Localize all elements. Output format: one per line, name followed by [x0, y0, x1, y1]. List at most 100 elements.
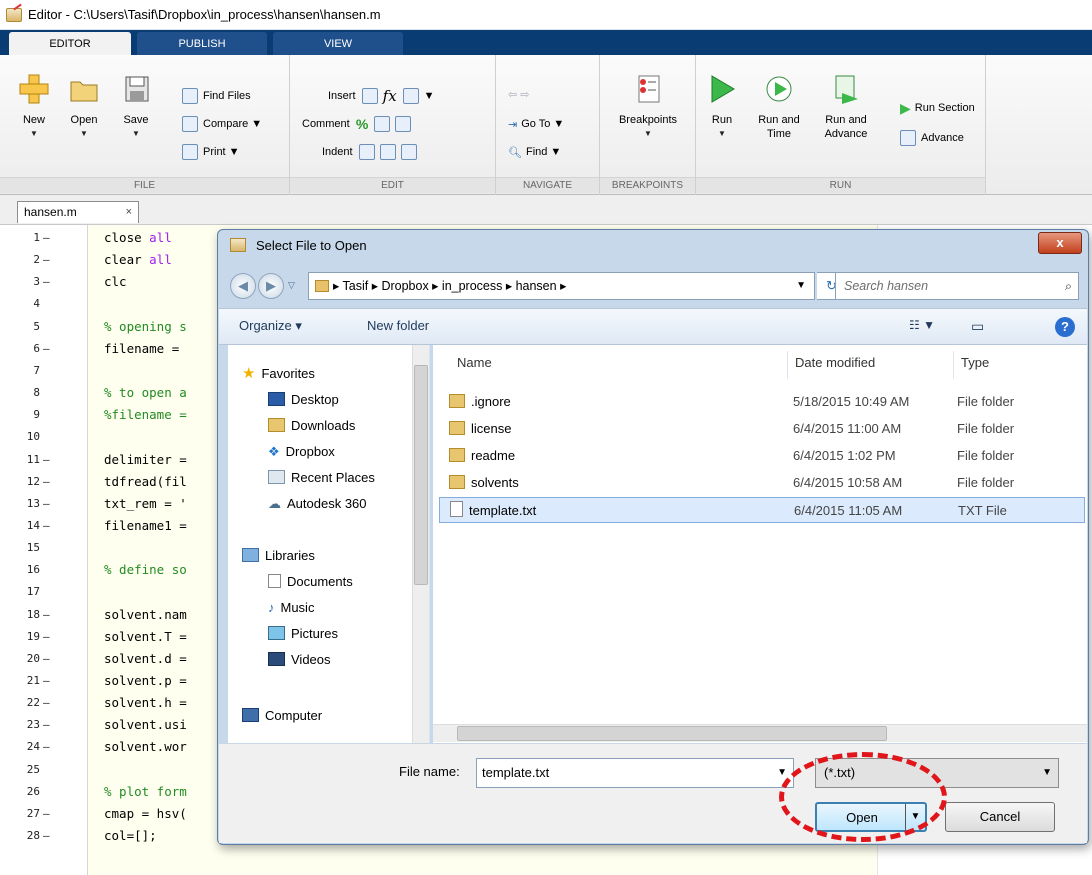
compare-button[interactable]: Compare ▼	[182, 113, 262, 135]
executable-line-marker[interactable]: –	[43, 736, 50, 758]
breadcrumb-dropdown-icon[interactable]: ▼	[796, 273, 806, 299]
navigation-pane: ★ Favorites Desktop Downloads ❖ Dropbox Re…	[228, 345, 430, 743]
preview-pane-icon[interactable]: ▭	[971, 318, 984, 335]
run-and-advance-icon	[830, 73, 862, 105]
line-number: 9	[33, 408, 40, 422]
close-tab-icon[interactable]: ×	[126, 202, 132, 222]
file-row[interactable]: solvents 6/4/2015 10:58 AM File folder	[449, 470, 1079, 496]
executable-line-marker[interactable]: –	[43, 692, 50, 714]
column-separator[interactable]	[953, 351, 954, 379]
comment-button[interactable]: Comment %	[302, 113, 416, 135]
goto-button[interactable]: ⇥ Go To ▼	[508, 113, 564, 135]
run-and-time-button[interactable]: Run and Time	[752, 73, 806, 141]
file-name-input[interactable]: template.txt ▼	[476, 758, 794, 788]
new-button[interactable]: New ▼	[16, 73, 52, 141]
tab-publish[interactable]: PUBLISH	[137, 32, 267, 55]
executable-line-marker[interactable]: –	[43, 670, 50, 692]
nav-downloads[interactable]: Downloads	[268, 415, 355, 437]
code-keyword: close	[104, 230, 150, 245]
uncomment-icon	[374, 116, 391, 132]
nav-libraries[interactable]: Libraries	[242, 545, 315, 567]
back-button[interactable]: ◀	[230, 273, 256, 299]
executable-line-marker[interactable]: –	[43, 604, 50, 626]
breadcrumb[interactable]: ▸ Tasif ▸ Dropbox ▸ in_process ▸ hansen …	[308, 272, 815, 300]
file-tab-hansen[interactable]: hansen.m ×	[17, 201, 139, 223]
folder-icon	[449, 475, 465, 489]
organize-button[interactable]: Organize ▾	[239, 318, 302, 334]
executable-line-marker[interactable]: –	[43, 825, 50, 847]
run-group-label: RUN	[696, 177, 985, 193]
indent-button[interactable]: Indent	[322, 141, 422, 163]
executable-line-marker[interactable]: –	[43, 271, 50, 293]
nav-computer[interactable]: Computer	[242, 705, 322, 727]
insert-button[interactable]: Insert fx ▼	[328, 85, 435, 107]
breakpoints-button[interactable]: Breakpoints ▼	[608, 73, 688, 141]
column-type[interactable]: Type	[961, 355, 989, 370]
tab-view[interactable]: VIEW	[273, 32, 403, 55]
advance-button[interactable]: Advance	[900, 127, 964, 149]
column-date-modified[interactable]: Date modified	[795, 355, 875, 370]
code-text: solvent.h =	[104, 695, 187, 711]
nav-autodesk-360[interactable]: ☁ Autodesk 360	[268, 493, 367, 515]
executable-line-marker[interactable]: –	[43, 471, 50, 493]
window-title: Editor - C:\Users\Tasif\Dropbox\in_proce…	[28, 7, 381, 22]
wrap-comment-icon	[395, 116, 412, 132]
nav-pane-scroll-thumb[interactable]	[414, 365, 428, 585]
nav-music[interactable]: ♪ Music	[268, 597, 314, 619]
executable-line-marker[interactable]: –	[43, 449, 50, 471]
tab-editor[interactable]: EDITOR	[9, 32, 131, 55]
file-row[interactable]: .ignore 5/18/2015 10:49 AM File folder	[449, 389, 1079, 415]
code-text: clear all	[104, 249, 172, 271]
executable-line-marker[interactable]: –	[43, 338, 50, 360]
executable-line-marker[interactable]: –	[43, 249, 50, 271]
nav-pictures[interactable]: Pictures	[268, 623, 338, 645]
column-separator[interactable]	[787, 351, 788, 379]
line-number: 10	[26, 430, 40, 444]
executable-line-marker[interactable]: –	[43, 626, 50, 648]
new-folder-button[interactable]: New folder	[367, 318, 429, 333]
forward-button[interactable]: ▶	[258, 273, 284, 299]
nav-dropbox[interactable]: ❖ Dropbox	[268, 441, 335, 463]
executable-line-marker[interactable]: –	[43, 648, 50, 670]
executable-line-marker[interactable]: –	[43, 493, 50, 515]
nav-videos[interactable]: Videos	[268, 649, 331, 671]
executable-line-marker[interactable]: –	[43, 227, 50, 249]
executable-line-marker[interactable]: –	[43, 803, 50, 825]
open-button[interactable]: Open ▼	[64, 73, 104, 141]
nav-recent-places[interactable]: Recent Places	[268, 467, 375, 489]
search-input[interactable]: Search hansen ⌕	[835, 272, 1079, 300]
code-text: solvent.wor	[104, 739, 187, 755]
back-forward-arrows[interactable]: ⇦ ⇨	[508, 83, 530, 105]
nav-pane-scrollbar[interactable]	[412, 345, 429, 743]
file-row[interactable]: license 6/4/2015 11:00 AM File folder	[449, 416, 1079, 442]
run-and-advance-button[interactable]: Run and Advance	[816, 73, 876, 141]
file-name-text: solvents	[471, 475, 519, 490]
dialog-close-button[interactable]: x	[1038, 232, 1082, 254]
find-button[interactable]: 🔍︎ Find ▼	[508, 141, 561, 163]
file-row[interactable]: template.txt 6/4/2015 11:05 AM TXT File	[439, 497, 1085, 523]
executable-line-marker[interactable]: –	[43, 515, 50, 537]
executable-line-marker[interactable]: –	[43, 714, 50, 736]
red-dashed-annotation-circle	[779, 752, 947, 842]
nav-documents[interactable]: Documents	[268, 571, 353, 593]
file-list-horizontal-scrollbar[interactable]	[433, 724, 1087, 742]
save-button[interactable]: Save ▼	[118, 73, 154, 141]
horizontal-scroll-thumb[interactable]	[457, 726, 887, 741]
code-text: % define so	[104, 562, 187, 578]
change-view-icon[interactable]: ☷ ▼	[909, 318, 935, 332]
recent-locations-dropdown-icon[interactable]: ▽	[288, 280, 295, 291]
nav-desktop[interactable]: Desktop	[268, 389, 339, 411]
column-name[interactable]: Name	[457, 355, 492, 370]
help-icon[interactable]: ?	[1055, 317, 1075, 337]
cancel-button[interactable]: Cancel	[945, 802, 1055, 832]
run-section-icon: ▶	[900, 99, 911, 116]
print-button[interactable]: Print ▼	[182, 141, 240, 163]
file-row[interactable]: readme 6/4/2015 1:02 PM File folder	[449, 443, 1079, 469]
line-number: 23	[26, 718, 40, 732]
run-section-button[interactable]: ▶ Run Section	[900, 97, 975, 119]
run-button[interactable]: Run ▼	[704, 73, 740, 141]
find-files-button[interactable]: Find Files	[182, 85, 251, 107]
forward-arrow-icon: ⇨	[520, 88, 530, 101]
desktop-icon	[268, 392, 285, 406]
nav-favorites[interactable]: ★ Favorites	[242, 363, 315, 385]
